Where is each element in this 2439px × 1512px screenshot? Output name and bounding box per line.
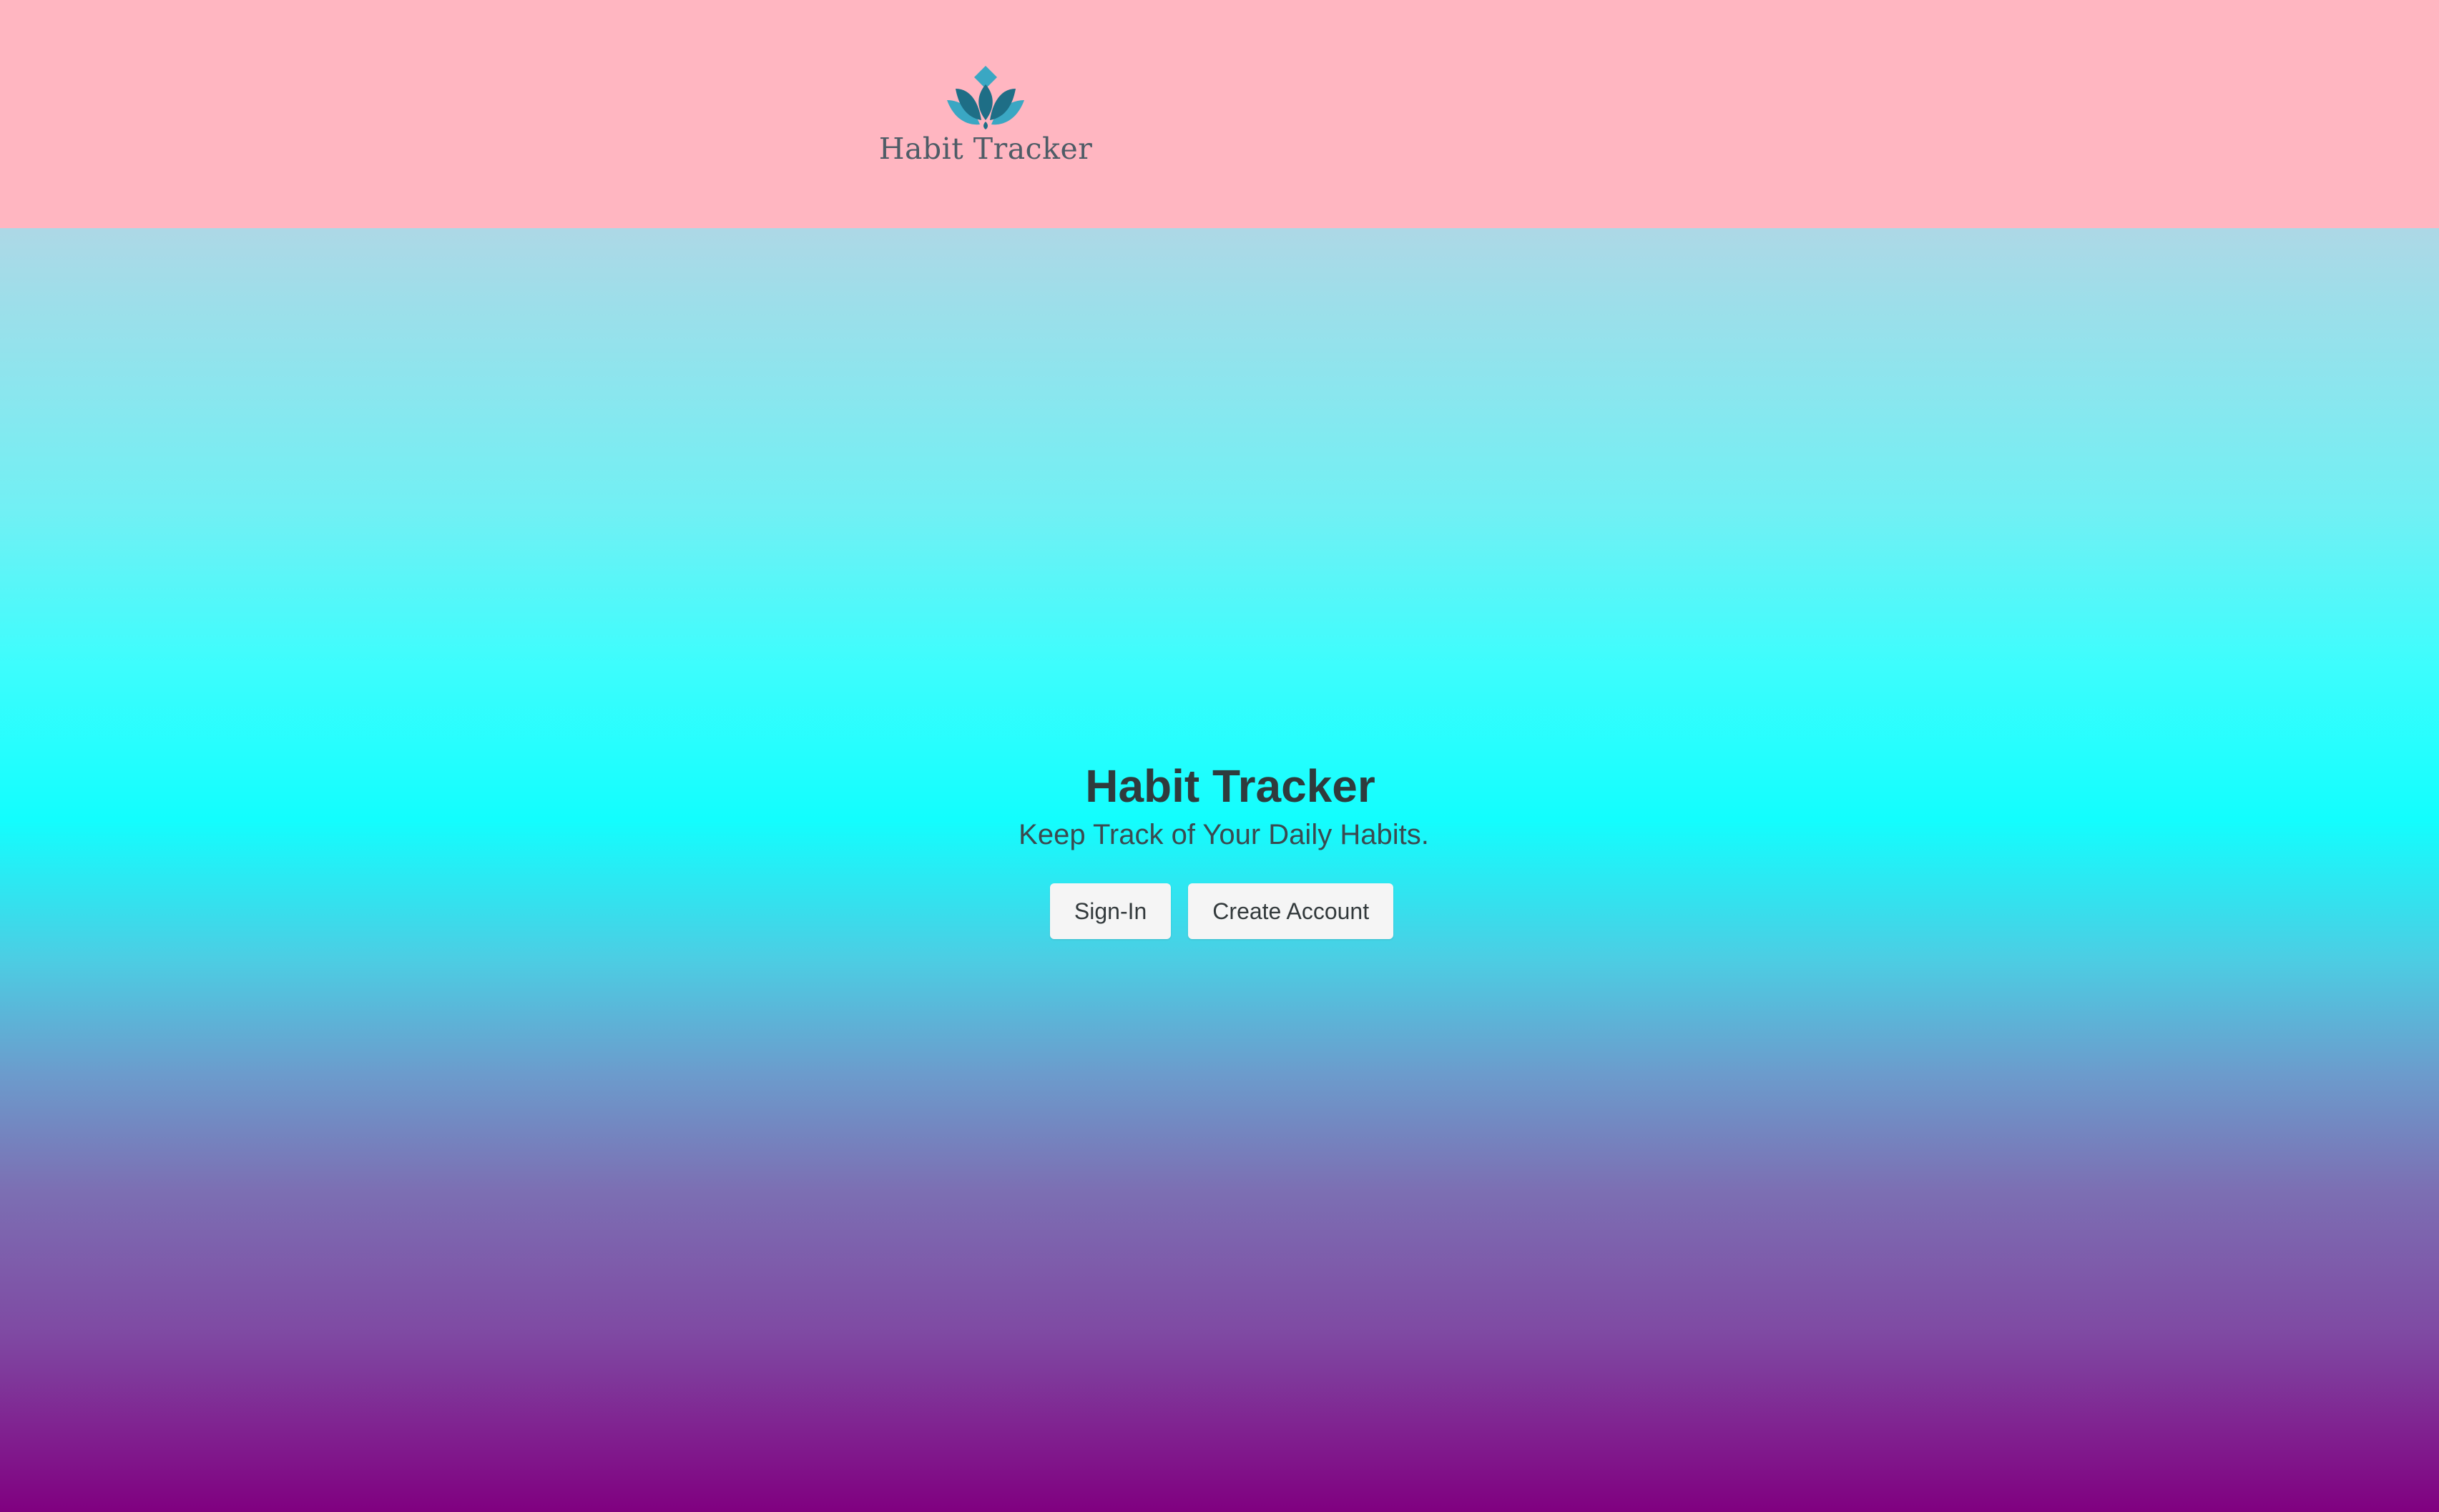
brand-name: Habit Tracker (878, 132, 1093, 166)
create-account-button[interactable]: Create Account (1188, 883, 1394, 939)
sign-in-button[interactable]: Sign-In (1049, 883, 1172, 939)
hero-content: Habit Tracker Keep Track of Your Daily H… (0, 757, 2439, 939)
hero-section: Habit Tracker Keep Track of Your Daily H… (0, 228, 2439, 1512)
page-subtitle: Keep Track of Your Daily Habits. (1019, 819, 1429, 850)
auth-buttons: Sign-In Create Account (0, 883, 2439, 939)
top-header: Habit Tracker (0, 0, 2439, 228)
lotus-icon (947, 66, 1024, 129)
page-title: Habit Tracker (1085, 760, 1375, 812)
brand-logo[interactable]: Habit Tracker (878, 63, 1093, 166)
